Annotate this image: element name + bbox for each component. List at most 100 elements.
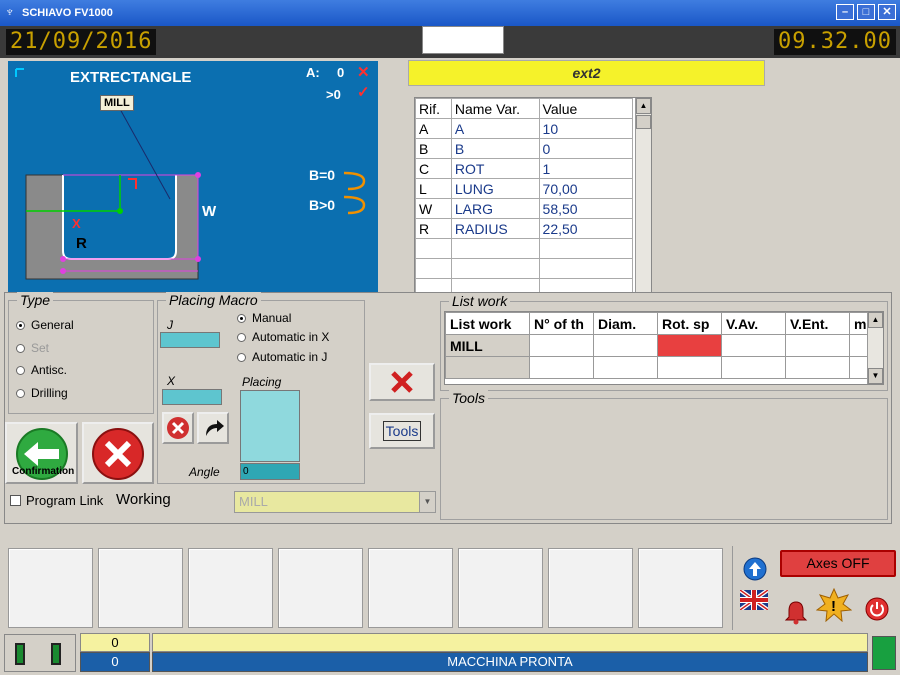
placing-manual-radio[interactable]: Manual [237, 311, 291, 325]
placing-label: Placing [242, 375, 282, 389]
chevron-down-icon[interactable]: ▼ [419, 492, 435, 512]
power-icon[interactable] [864, 596, 890, 622]
cell-value[interactable]: 70,00 [538, 178, 634, 199]
variables-scrollbar[interactable]: ▲ [635, 98, 651, 292]
label-b-positive: B>0 [309, 197, 336, 213]
red-x-icon [391, 371, 413, 393]
radio-empty-icon [237, 332, 246, 342]
label-gt0: >0 [326, 87, 341, 102]
axes-off-button[interactable]: Axes OFF [780, 550, 896, 577]
up-arrow-icon[interactable] [742, 556, 768, 582]
working-select-value: MILL [239, 494, 268, 509]
function-key-1[interactable] [8, 548, 93, 628]
j-field[interactable] [160, 332, 220, 348]
tools-button[interactable]: Tools [369, 413, 435, 449]
col-header: N° of th [529, 312, 594, 335]
col-header-rif: Rif. [415, 98, 452, 119]
list-work-title: List work [449, 293, 511, 309]
function-key-3[interactable] [188, 548, 273, 628]
working-select[interactable]: MILL ▼ [234, 491, 436, 513]
table-row[interactable] [445, 356, 870, 379]
function-key-5[interactable] [368, 548, 453, 628]
indicator-panel [4, 634, 76, 672]
function-key-2[interactable] [98, 548, 183, 628]
table-row[interactable]: L LUNG 70,00 [415, 178, 634, 199]
tools-group: Tools [440, 390, 888, 520]
placing-macro-title: Placing Macro [166, 292, 261, 308]
working-label: Working [116, 491, 171, 508]
type-general-radio[interactable]: General [16, 318, 74, 332]
date-display: 21/09/2016 [6, 29, 157, 55]
close-window-button[interactable]: ✕ [878, 4, 896, 20]
cell-ref: W [415, 198, 452, 219]
indicator-light-icon [51, 643, 61, 665]
table-row[interactable]: W LARG 58,50 [415, 198, 634, 219]
counter-top: 0 [80, 633, 150, 652]
list-work-table[interactable]: List work N° of th Diam. Rot. sp V.Av. V… [444, 311, 884, 385]
scroll-thumb[interactable] [636, 115, 651, 129]
alarm-bell-icon[interactable] [782, 598, 810, 626]
function-key-8[interactable] [638, 548, 723, 628]
variables-table[interactable]: Rif. Name Var. Value A A 10 BB0 C ROT 1 L LUN… [414, 97, 652, 293]
cell-value[interactable]: 10 [538, 118, 634, 139]
radio-selected-icon [16, 320, 25, 330]
cancel-button[interactable] [82, 422, 154, 484]
minimize-button[interactable]: – [836, 4, 854, 20]
warning-burst-icon[interactable]: ! [816, 588, 852, 622]
tools-button-label: Tools [382, 421, 422, 441]
table-row[interactable] [415, 278, 634, 292]
type-drilling-radio[interactable]: Drilling [16, 386, 68, 400]
x-field[interactable] [162, 389, 222, 405]
apply-placing-button[interactable] [197, 412, 229, 444]
table-row[interactable]: A A 10 [415, 118, 634, 139]
cell-value[interactable]: 1 [538, 158, 634, 179]
radio-empty-icon [16, 343, 25, 353]
list-work-scrollbar[interactable]: ▲ ▼ [867, 312, 883, 384]
delete-button[interactable] [369, 363, 435, 401]
function-key-4[interactable] [278, 548, 363, 628]
time-display: 09.32.00 [774, 29, 896, 55]
angle-field[interactable]: 0 [240, 463, 300, 480]
status-ok-light [872, 636, 896, 670]
cell-ref: R [415, 218, 452, 239]
table-row[interactable]: BB0 [415, 138, 634, 159]
cell-ref: C [415, 158, 452, 179]
scroll-up-arrow-icon[interactable]: ▲ [868, 312, 883, 328]
program-link-checkbox[interactable]: Program Link [10, 493, 103, 508]
radio-selected-icon [237, 313, 246, 323]
placing-preview [240, 390, 300, 462]
table-row[interactable]: C ROT 1 [415, 158, 634, 179]
table-row[interactable]: MILL [445, 334, 870, 357]
cell-name: LUNG [450, 178, 540, 199]
cell-value[interactable]: 22,50 [538, 218, 634, 239]
curved-arrow-icon [206, 420, 224, 436]
table-row[interactable] [415, 258, 634, 279]
confirmation-label: Confirmation [12, 466, 75, 477]
label-x: X [72, 216, 81, 231]
program-name-bar: ext2 [408, 60, 765, 86]
a-positive-check-icon: ✓ [357, 84, 370, 101]
checkbox-icon [10, 495, 21, 506]
function-key-6[interactable] [458, 548, 543, 628]
table-row[interactable]: R RADIUS 22,50 [415, 218, 634, 239]
svg-text:!: ! [831, 598, 836, 615]
list-work-header-row: List work N° of th Diam. Rot. sp V.Av. V… [445, 312, 870, 335]
type-antisc-radio[interactable]: Antisc. [16, 363, 67, 377]
function-key-7[interactable] [548, 548, 633, 628]
tool-tag: MILL [100, 95, 134, 111]
radio-empty-icon [237, 352, 246, 362]
cell-value[interactable]: 58,50 [538, 198, 634, 219]
highlighted-cell[interactable] [657, 334, 722, 357]
uk-flag-icon[interactable] [740, 590, 768, 610]
confirmation-button[interactable]: Confirmation [5, 422, 78, 484]
table-row[interactable] [415, 238, 634, 259]
list-work-cell[interactable]: MILL [445, 334, 530, 357]
placing-auto-x-radio[interactable]: Automatic in X [237, 330, 329, 344]
x-label: X [167, 374, 176, 388]
cancel-placing-button[interactable] [162, 412, 194, 444]
scroll-down-arrow-icon[interactable]: ▼ [868, 368, 883, 384]
scroll-up-arrow-icon[interactable]: ▲ [636, 98, 651, 114]
maximize-button[interactable]: □ [857, 4, 875, 20]
placing-auto-j-radio[interactable]: Automatic in J [237, 350, 327, 364]
cell-value[interactable]: 0 [538, 138, 634, 159]
